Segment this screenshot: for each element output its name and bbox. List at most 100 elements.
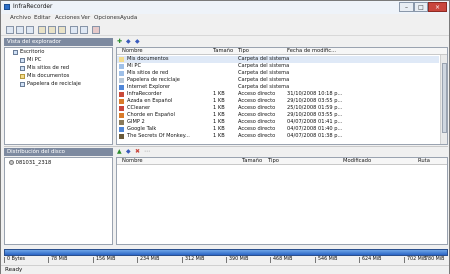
file-type: Carpeta del sistema — [238, 56, 290, 62]
file-row[interactable]: Papelera de reciclaje Carpeta del sistem… — [117, 77, 439, 84]
file-name: Azada en Español — [127, 98, 173, 104]
more-icon[interactable]: ⋯ — [144, 148, 150, 155]
col-size[interactable]: Tamaño — [213, 48, 233, 55]
file-list: Nombre Tamaño Tipo Fecha de modific... M… — [116, 47, 448, 145]
up-icon[interactable]: ▲ — [117, 148, 122, 155]
file-type: Acceso directo — [238, 112, 276, 118]
scale-label: 312 MiB — [185, 257, 205, 262]
exit-icon[interactable] — [92, 26, 100, 34]
col-modified[interactable]: Fecha de modific... — [287, 48, 336, 55]
close-button[interactable]: × — [428, 2, 447, 12]
recycle-bin-icon — [20, 82, 25, 87]
erase-disc-icon[interactable] — [58, 26, 66, 34]
disk-item-label: 081031_2318 — [15, 160, 52, 166]
file-size: 1 KB — [213, 98, 225, 104]
menu-ayuda[interactable]: Ayuda — [120, 15, 137, 21]
file-row[interactable]: Azada en Español 1 KB Acceso directo 29/… — [117, 98, 439, 105]
scrollbar-thumb[interactable] — [442, 63, 447, 133]
file-type: Carpeta del sistema — [238, 63, 290, 69]
maximize-button[interactable]: □ — [414, 2, 428, 12]
col-type[interactable]: Tipo — [238, 48, 249, 55]
file-type: Acceso directo — [238, 126, 276, 132]
menu-editar[interactable]: Editar — [34, 15, 51, 21]
file-size: 1 KB — [213, 119, 225, 125]
file-name: Mi PC — [127, 63, 142, 69]
explorer-toolbar: ✚ ◆ ◆ — [116, 38, 448, 46]
copy-disc-icon[interactable] — [48, 26, 56, 34]
status-text: Ready — [5, 267, 23, 273]
menu-archivo[interactable]: Archivo — [10, 15, 31, 21]
col-name[interactable]: Nombre — [122, 158, 143, 165]
file-row[interactable]: Mis sitios de red Carpeta del sistema — [117, 70, 439, 77]
file-size: 1 KB — [213, 133, 225, 139]
status-bar: Ready — [1, 265, 449, 274]
col-name[interactable]: Nombre — [122, 48, 143, 55]
save-icon[interactable] — [26, 26, 34, 34]
remove-icon[interactable]: ✖ — [135, 148, 140, 155]
burn-image-icon[interactable] — [38, 26, 46, 34]
add-icon[interactable]: ✚ — [117, 38, 122, 45]
tree-label: Escritorio — [20, 49, 45, 55]
file-row[interactable]: CCleaner 1 KB Acceso directo 25/10/2008 … — [117, 105, 439, 112]
menu-opciones[interactable]: Opciones — [94, 15, 120, 21]
file-name: Mis documentos — [127, 56, 169, 62]
file-type: Acceso directo — [238, 105, 276, 111]
scale-label: 702 MiB — [407, 257, 427, 262]
minimize-button[interactable]: – — [399, 2, 414, 12]
file-list-scrollbar[interactable] — [440, 55, 447, 144]
file-size: 1 KB — [213, 126, 225, 132]
file-row[interactable]: InfraRecorder 1 KB Acceso directo 31/10/… — [117, 91, 439, 98]
disk-item[interactable]: 081031_2318 — [9, 160, 51, 166]
scale-label: 78 MiB — [51, 257, 68, 262]
file-type: Carpeta del sistema — [238, 77, 290, 83]
col-modified[interactable]: Modificado — [343, 158, 371, 165]
menu-ver[interactable]: Ver — [81, 15, 90, 21]
folder-icon — [119, 57, 124, 62]
col-type[interactable]: Tipo — [268, 158, 279, 165]
file-modified: 04/07/2008 01:40 p... — [287, 126, 343, 132]
shortcut-icon — [119, 113, 124, 118]
new-project-icon[interactable] — [6, 26, 14, 34]
eject-icon[interactable] — [80, 26, 88, 34]
desktop-icon — [13, 50, 18, 55]
file-row[interactable]: Internet Explorer Carpeta del sistema — [117, 84, 439, 91]
disc-icon — [9, 160, 14, 165]
splitter[interactable] — [4, 146, 448, 147]
file-type: Acceso directo — [238, 119, 276, 125]
file-name: InfraRecorder — [127, 91, 162, 97]
tree-label: Papelera de reciclaje — [27, 81, 81, 87]
computer-icon — [119, 64, 124, 69]
file-name: GIMP 2 — [127, 119, 145, 125]
add-folder-icon[interactable]: ◆ — [126, 38, 131, 45]
col-size[interactable]: Tamaño — [242, 158, 262, 165]
folder-tree: Escritorio Mi PC Mis sitios de red Mis d… — [4, 47, 113, 145]
disc-info-icon[interactable] — [70, 26, 78, 34]
file-modified: 31/10/2008 10:18 p... — [287, 91, 343, 97]
project-file-list: Nombre Tamaño Tipo Modificado Ruta — [116, 157, 448, 245]
internet-explorer-icon — [119, 85, 124, 90]
open-icon[interactable] — [16, 26, 24, 34]
file-row[interactable]: GIMP 2 1 KB Acceso directo 04/07/2008 01… — [117, 119, 439, 126]
scale-label: 546 MiB — [318, 257, 338, 262]
explorer-header: Vista del explorador — [4, 38, 113, 46]
menu-acciones[interactable]: Acciones — [55, 15, 80, 21]
file-name: Internet Explorer — [127, 84, 171, 90]
app-icon — [4, 4, 10, 10]
file-row[interactable]: Mis documentos Carpeta del sistema — [117, 56, 439, 63]
file-type: Acceso directo — [238, 133, 276, 139]
menu-bar: Archivo Editar Acciones Ver Opciones Ayu… — [1, 14, 449, 23]
file-row[interactable]: Mi PC Carpeta del sistema — [117, 63, 439, 70]
file-row[interactable]: Chorde en Español 1 KB Acceso directo 29… — [117, 112, 439, 119]
scale-label: 156 MiB — [96, 257, 116, 262]
title-bar: InfraRecorder – □ × — [1, 1, 449, 14]
recycle-bin-icon — [119, 78, 124, 83]
window-title: InfraRecorder — [13, 4, 53, 10]
file-row[interactable]: Google Talk 1 KB Acceso directo 04/07/20… — [117, 126, 439, 133]
file-modified: 04/07/2008 01:38 p... — [287, 133, 343, 139]
shortcut-icon — [119, 106, 124, 111]
file-row[interactable]: The Secrets Of Monkey... 1 KB Acceso dir… — [117, 133, 439, 140]
refresh-icon[interactable]: ◆ — [135, 38, 140, 45]
new-folder-icon[interactable]: ◆ — [126, 148, 131, 155]
file-modified: 25/10/2008 01:59 p... — [287, 105, 343, 111]
col-path[interactable]: Ruta — [418, 158, 430, 165]
